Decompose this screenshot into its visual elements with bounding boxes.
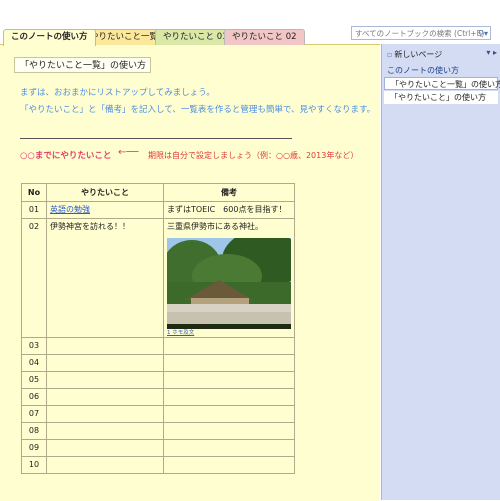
- row-item[interactable]: [46, 405, 164, 423]
- tab-how-to-use[interactable]: このノートの使い方: [3, 29, 96, 46]
- row-item[interactable]: 伊勢神宮を訪れる！！: [46, 218, 164, 338]
- row-number: 02: [21, 218, 47, 338]
- header-item: やりたいこと: [46, 183, 164, 202]
- new-page-button[interactable]: ▫ 新しいページ: [387, 49, 442, 60]
- row-number: 01: [21, 201, 47, 219]
- row-item[interactable]: [46, 439, 164, 457]
- search-placeholder: すべてのノートブックの検索 (Ctrl+E): [355, 29, 485, 38]
- row-item[interactable]: [46, 354, 164, 372]
- table-row[interactable]: 03: [21, 337, 295, 355]
- row-note[interactable]: [163, 354, 295, 372]
- wish-list-table[interactable]: No やりたいこと 備考 01 英語の勉強 まずはTOEIC 600点を目指す！…: [21, 183, 295, 474]
- header-no: No: [21, 183, 47, 202]
- row-number: 05: [21, 371, 47, 389]
- row-note[interactable]: [163, 456, 295, 474]
- row-number: 04: [21, 354, 47, 372]
- divider-line: [20, 138, 292, 139]
- row-note[interactable]: [163, 371, 295, 389]
- row-note[interactable]: [163, 405, 295, 423]
- row-item[interactable]: [46, 371, 164, 389]
- arrow-left-icon: ←──: [118, 147, 139, 158]
- table-header-row: No やりたいこと 備考: [21, 183, 295, 202]
- table-row[interactable]: 07: [21, 405, 295, 423]
- row-number: 10: [21, 456, 47, 474]
- row-item[interactable]: [46, 422, 164, 440]
- row-note[interactable]: まずはTOEIC 600点を目指す！: [163, 201, 295, 219]
- tab-wish-02[interactable]: やりたいこと 02: [224, 29, 305, 45]
- row-note[interactable]: [163, 439, 295, 457]
- table-row[interactable]: 04: [21, 354, 295, 372]
- row-item[interactable]: 英語の勉強: [46, 201, 164, 219]
- row-number: 08: [21, 422, 47, 440]
- table-row[interactable]: 01 英語の勉強 まずはTOEIC 600点を目指す！: [21, 201, 295, 219]
- instruction-line-2: 「やりたいこと」と「備考」を記入して、一覧表を作ると管理も簡単で、見やすくなりま…: [20, 105, 376, 115]
- row-item[interactable]: [46, 456, 164, 474]
- row-number: 03: [21, 337, 47, 355]
- row-note[interactable]: [163, 337, 295, 355]
- table-row[interactable]: 05: [21, 371, 295, 389]
- goal-note: 期限は自分で設定しましょう（例：○○歳、2013年など）: [148, 151, 359, 160]
- row-note-text: 三重県伊勢市にある神社。: [167, 222, 263, 231]
- page-item-wish-usage[interactable]: 「やりたいこと」の使い方: [384, 91, 498, 104]
- page-list-panel: ▫ 新しいページ ▾ ▸ このノートの使い方 「やりたいこと一覧」の使い方 「やり…: [381, 44, 500, 500]
- row-number: 06: [21, 388, 47, 406]
- search-input[interactable]: すべてのノートブックの検索 (Ctrl+E) ⚲▾: [351, 26, 491, 40]
- new-page-label: 新しいページ: [394, 50, 443, 59]
- table-row[interactable]: 10: [21, 456, 295, 474]
- table-row[interactable]: 09: [21, 439, 295, 457]
- table-row[interactable]: 06: [21, 388, 295, 406]
- row-item[interactable]: [46, 388, 164, 406]
- goal-heading: ○○までにやりたいこと: [20, 151, 112, 161]
- panel-controls-icon[interactable]: ▾ ▸: [486, 48, 497, 57]
- photo-link[interactable]: 1 ホモ及文: [167, 329, 291, 337]
- row-item[interactable]: [46, 337, 164, 355]
- item-link[interactable]: 英語の勉強: [50, 205, 90, 214]
- row-note[interactable]: 三重県伊勢市にある神社。 1 ホモ及文: [163, 218, 295, 338]
- note-page[interactable]: 「やりたいこと一覧」の使い方 まずは、おおまかにリストアップしてみましょう。 「…: [0, 44, 380, 501]
- section-tab-bar: このノートの使い方 やりたいこと一覧 やりたいこと 01 やりたいこと 02 ✲…: [0, 0, 500, 46]
- search-icon[interactable]: ⚲▾: [478, 27, 488, 41]
- row-number: 09: [21, 439, 47, 457]
- instruction-line-1: まずは、おおまかにリストアップしてみましょう。: [20, 88, 215, 98]
- row-note[interactable]: [163, 388, 295, 406]
- page-item-how-to-use[interactable]: このノートの使い方: [384, 64, 498, 77]
- row-note[interactable]: [163, 422, 295, 440]
- page-item-wish-list-usage[interactable]: 「やりたいこと一覧」の使い方: [384, 77, 500, 90]
- page-title[interactable]: 「やりたいこと一覧」の使い方: [14, 57, 151, 73]
- header-note: 備考: [163, 183, 295, 202]
- new-page-icon: ▫: [387, 50, 393, 59]
- row-number: 07: [21, 405, 47, 423]
- shrine-photo[interactable]: [167, 238, 291, 329]
- table-row[interactable]: 02 伊勢神宮を訪れる！！ 三重県伊勢市にある神社。 1 ホモ及文: [21, 218, 295, 338]
- table-row[interactable]: 08: [21, 422, 295, 440]
